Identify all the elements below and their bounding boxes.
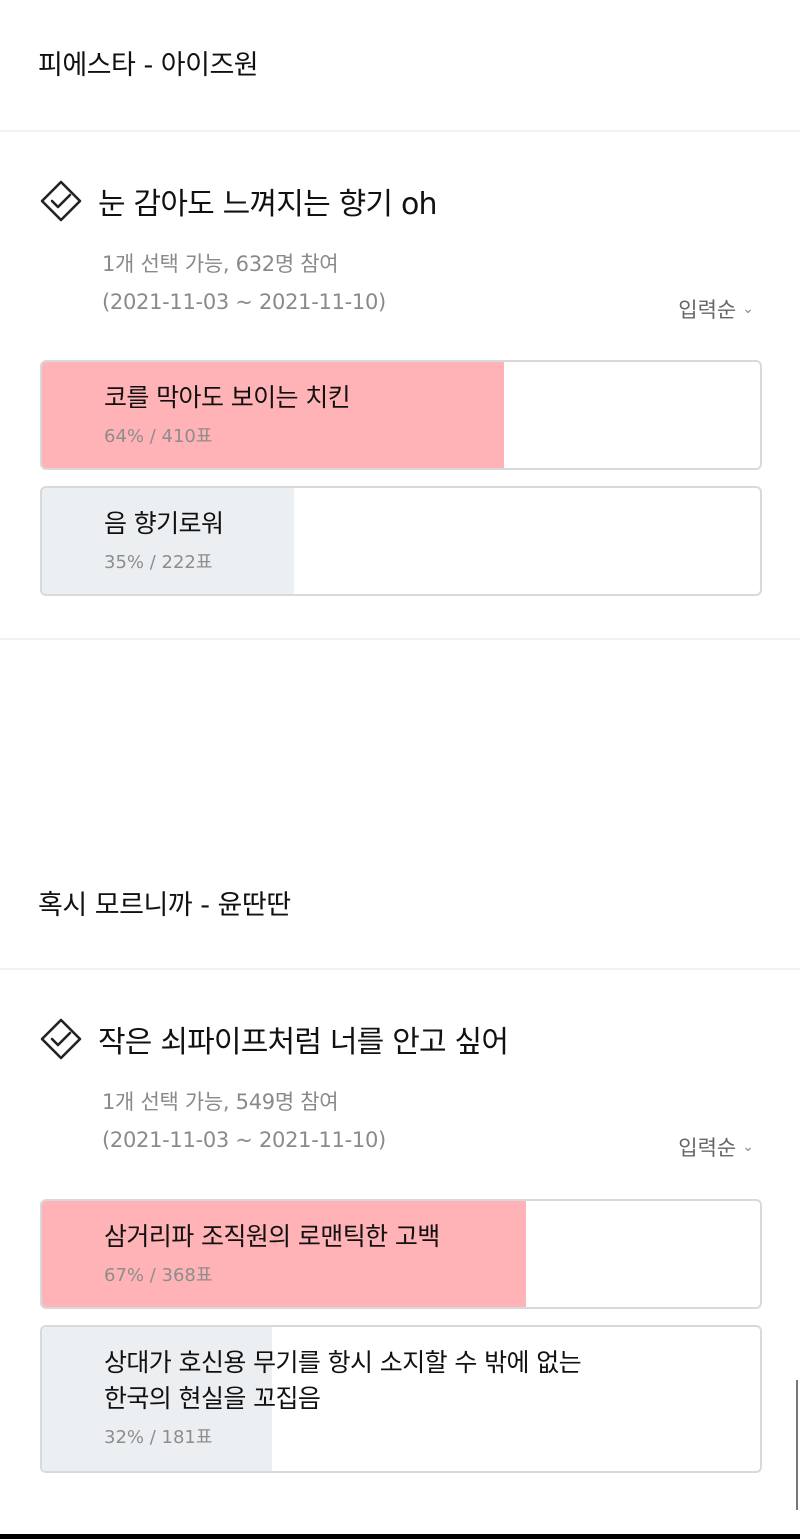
option-label-line2: 한국의 현실을 꼬집음: [104, 1384, 321, 1413]
check-diamond-icon: [38, 1016, 84, 1062]
post-title: 혹시 모르니까 - 윤딴딴: [38, 890, 291, 921]
sort-label: 입력순: [678, 1136, 737, 1160]
option-label: 상대가 호신용 무기를 항시 소지할 수 밖에 없는: [104, 1348, 582, 1377]
poll-meta: 1개 선택 가능, 632명 참여: [102, 252, 339, 276]
divider: [0, 968, 800, 970]
poll-period: (2021-11-03 ~ 2021-11-10): [102, 290, 386, 314]
sort-label: 입력순: [678, 298, 737, 322]
chevron-down-icon: ⌄: [742, 301, 754, 317]
divider: [0, 638, 800, 640]
option-label: 음 향기로워: [104, 509, 224, 538]
option-label: 삼거리파 조직원의 로맨틱한 고백: [104, 1222, 440, 1251]
poll-period: (2021-11-03 ~ 2021-11-10): [102, 1128, 386, 1152]
option-stat: 35% / 222표: [104, 552, 213, 573]
post-title: 피에스타 - 아이즈원: [38, 50, 259, 81]
poll-option[interactable]: 음 향기로워 35% / 222표: [40, 486, 762, 596]
sort-button[interactable]: 입력순 ⌄: [678, 1132, 754, 1162]
sort-button[interactable]: 입력순 ⌄: [678, 294, 754, 324]
divider: [0, 130, 800, 132]
poll-question: 작은 쇠파이프처럼 너를 안고 싶어: [98, 1025, 509, 1060]
chevron-down-icon: ⌄: [742, 1139, 754, 1155]
poll-option[interactable]: 삼거리파 조직원의 로맨틱한 고백 67% / 368표: [40, 1199, 762, 1309]
check-diamond-icon: [38, 178, 84, 224]
poll-question: 눈 감아도 느껴지는 향기 oh: [98, 187, 438, 222]
option-stat: 32% / 181표: [104, 1427, 213, 1448]
option-label: 코를 막아도 보이는 치킨: [104, 383, 351, 412]
option-stat: 64% / 410표: [104, 426, 213, 447]
poll-header: 작은 쇠파이프처럼 너를 안고 싶어: [38, 1016, 509, 1062]
poll-header: 눈 감아도 느껴지는 향기 oh: [38, 178, 438, 224]
bottom-edge: [0, 1534, 800, 1539]
option-stat: 67% / 368표: [104, 1265, 213, 1286]
poll-option[interactable]: 상대가 호신용 무기를 항시 소지할 수 밖에 없는 한국의 현실을 꼬집음 3…: [40, 1325, 762, 1473]
poll-option[interactable]: 코를 막아도 보이는 치킨 64% / 410표: [40, 360, 762, 470]
scrollbar[interactable]: [796, 1380, 798, 1510]
poll-meta: 1개 선택 가능, 549명 참여: [102, 1090, 339, 1114]
